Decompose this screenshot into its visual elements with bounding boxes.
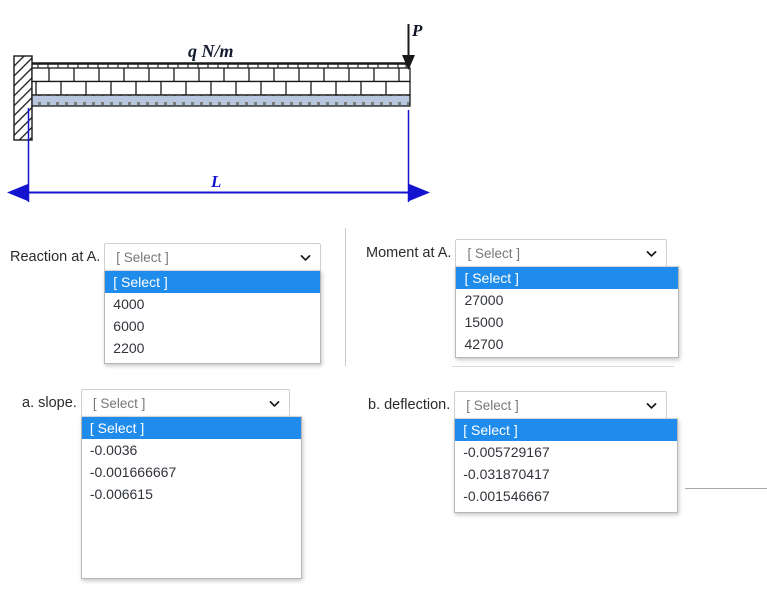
beam-body — [31, 62, 411, 107]
option-item[interactable]: [ Select ] — [81, 417, 301, 439]
option-item[interactable]: 6400 — [456, 355, 678, 357]
section-divider-right — [685, 488, 767, 489]
section-divider-under-moment — [452, 366, 674, 367]
option-item[interactable]: [ Select ] — [455, 419, 678, 441]
chevron-down-icon[interactable] — [645, 399, 658, 412]
option-item[interactable]: -0.005729167 — [455, 441, 677, 463]
option-item[interactable]: [ Select ] — [105, 271, 321, 293]
question-label-a-slope: a. slope. — [22, 395, 77, 411]
column-divider — [345, 228, 346, 366]
option-list-moment-at-a[interactable]: [ Select ] 27000 15000 42700 6400 — [455, 266, 680, 358]
select-value-b-deflection: [ Select ] — [466, 397, 519, 413]
length-dimension-label: L — [211, 172, 222, 191]
option-item[interactable]: -0.01485 — [455, 507, 677, 512]
question-label-reaction-at-a: Reaction at A. — [10, 249, 101, 265]
option-item[interactable]: 42700 — [456, 333, 678, 355]
select-value-moment-at-a: [ Select ] — [467, 245, 520, 261]
select-reaction-at-a[interactable]: [ Select ] [ Select ] 4000 6000 2200 820… — [104, 243, 322, 364]
option-item[interactable]: 8200 — [105, 359, 320, 363]
point-load-label: P — [412, 21, 423, 40]
select-a-slope[interactable]: [ Select ] [ Select ] -0.0036 -0.0016666… — [80, 389, 302, 579]
cantilever-beam-figure: q N/m P L — [0, 0, 440, 215]
option-item[interactable]: 15000 — [456, 311, 678, 333]
option-item[interactable]: -0.031870417 — [455, 463, 677, 485]
option-item[interactable]: 6000 — [105, 315, 320, 337]
chevron-down-icon[interactable] — [645, 247, 658, 260]
chevron-down-icon[interactable] — [268, 397, 281, 410]
chevron-down-icon[interactable] — [299, 251, 312, 264]
option-list-b-deflection[interactable]: [ Select ] -0.005729167 -0.031870417 -0.… — [454, 418, 679, 513]
question-row-a-slope: a. slope. [ Select ] [ Select ] -0.0036 … — [22, 389, 302, 579]
distributed-load-label: q N/m — [188, 41, 234, 61]
select-b-deflection[interactable]: [ Select ] [ Select ] -0.005729167 -0.03… — [454, 391, 679, 513]
option-item[interactable]: -0.006615 — [82, 483, 301, 505]
option-item[interactable]: [ Select ] — [456, 267, 679, 289]
question-row-moment-at-a: Moment at A. [ Select ] [ Select ] 27000… — [366, 239, 680, 358]
select-value-a-slope: [ Select ] — [92, 395, 146, 411]
question-label-b-deflection: b. deflection. — [368, 397, 451, 413]
select-value-reaction-at-a: [ Select ] — [116, 249, 169, 265]
option-item[interactable]: -0.001666667 — [82, 461, 301, 483]
select-box-a-slope[interactable]: [ Select ] — [80, 389, 290, 417]
question-row-reaction-at-a: Reaction at A. [ Select ] [ Select ] 400… — [10, 243, 322, 364]
select-box-b-deflection[interactable]: [ Select ] — [454, 391, 668, 419]
option-item[interactable]: 4000 — [105, 293, 320, 315]
select-box-reaction-at-a[interactable]: [ Select ] — [104, 243, 322, 271]
option-list-reaction-at-a[interactable]: [ Select ] 4000 6000 2200 8200 — [104, 270, 322, 364]
fixed-support — [13, 55, 33, 141]
option-list-a-slope[interactable]: [ Select ] -0.0036 -0.001666667 -0.00661… — [80, 416, 302, 579]
select-box-moment-at-a[interactable]: [ Select ] — [455, 239, 668, 267]
question-row-b-deflection: b. deflection. [ Select ] [ Select ] -0.… — [368, 391, 679, 513]
option-item[interactable]: 27000 — [456, 289, 678, 311]
option-item[interactable]: 2200 — [105, 337, 320, 359]
select-moment-at-a[interactable]: [ Select ] [ Select ] 27000 15000 42700 … — [455, 239, 680, 358]
option-item[interactable]: -0.001546667 — [455, 485, 677, 507]
option-item[interactable]: -0.0036 — [82, 439, 301, 461]
question-label-moment-at-a: Moment at A. — [366, 245, 452, 261]
